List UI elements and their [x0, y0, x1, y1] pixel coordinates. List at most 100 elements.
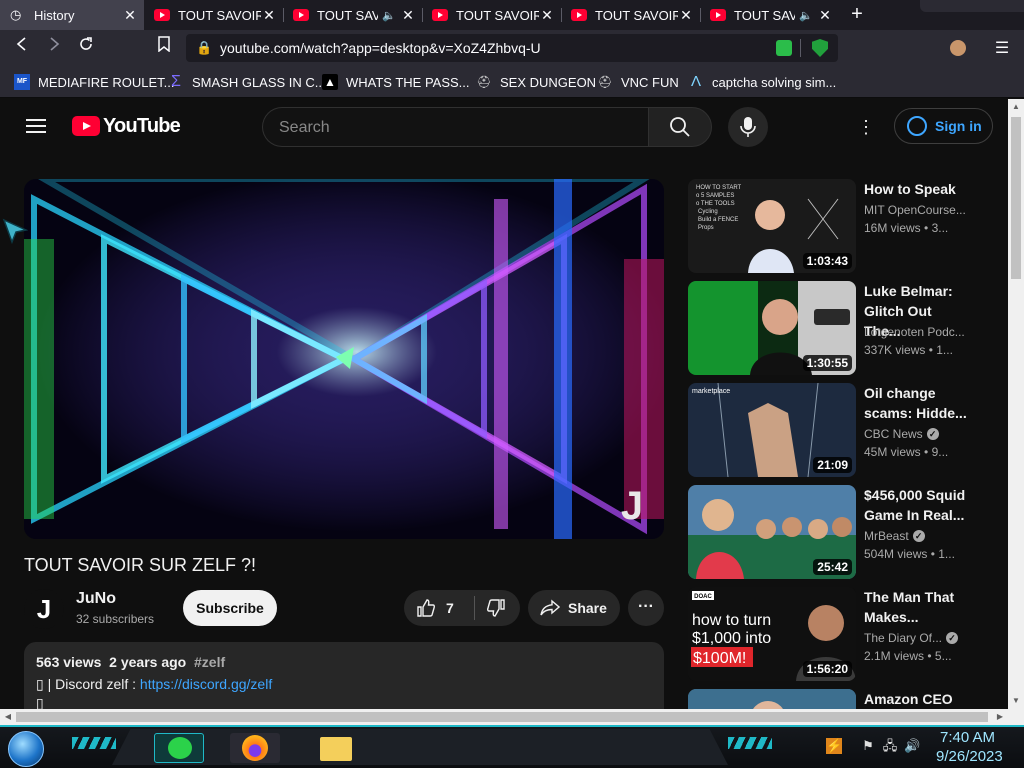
share-label: Share	[568, 600, 607, 616]
hashtag-link[interactable]: #zelf	[194, 654, 225, 670]
network-icon[interactable]: 🖧	[882, 738, 898, 754]
bookmark-whats-the-pass[interactable]: ▲ WHATS THE PASS...	[322, 72, 470, 92]
bookmark-vnc-fun[interactable]: ⛑ VNC FUN	[597, 72, 678, 92]
youtube-logo-text[interactable]: YouTube	[103, 115, 181, 138]
search-input[interactable]: Search	[262, 107, 649, 147]
more-actions-button[interactable]: ···	[628, 590, 664, 626]
chat-extension-icon[interactable]	[776, 40, 792, 56]
recommendation-title[interactable]: Amazon CEO	[864, 689, 968, 709]
subscribe-button[interactable]: Subscribe	[183, 590, 277, 626]
vertical-scroll-thumb[interactable]	[1011, 117, 1021, 279]
video-thumbnail[interactable]	[688, 689, 856, 709]
close-icon[interactable]: ✕	[539, 7, 555, 24]
recommendation-item[interactable]: DOAC how to turn $1,000 into $100M! 1:56…	[688, 587, 998, 681]
clock-time[interactable]: 7:40 AM	[940, 729, 995, 746]
description-box[interactable]: 563 views 2 years ago #zelf ▯ | Discord …	[24, 642, 664, 709]
action-center-flag-icon[interactable]: ⚑	[860, 738, 876, 754]
youtube-logo-icon[interactable]	[72, 116, 100, 136]
recommendation-item[interactable]: Amazon CEO	[688, 689, 998, 709]
video-duration: 1:03:43	[802, 253, 852, 269]
new-tab-button[interactable]: +	[846, 4, 868, 26]
views-label: 337K views	[864, 343, 926, 357]
recommendation-channel[interactable]: MrBeast ✓	[864, 529, 974, 543]
close-icon[interactable]: ✕	[122, 7, 138, 24]
recommendation-title[interactable]: How to Speak	[864, 179, 968, 199]
recommendation-channel[interactable]: Lotgenoten Podc...	[864, 325, 974, 339]
video-thumbnail[interactable]: DOAC how to turn $1,000 into $100M! 1:56…	[688, 587, 856, 681]
bookmark-sex-dungeon[interactable]: ⛑ SEX DUNGEON	[476, 72, 596, 92]
reload-button[interactable]	[74, 36, 98, 60]
recommendation-title[interactable]: Oil change scams: Hidde...	[864, 383, 968, 423]
bookmark-smash-glass[interactable]: Σ SMASH GLASS IN C...	[168, 72, 326, 92]
hamburger-menu-icon[interactable]: ☰	[994, 38, 1010, 58]
close-icon[interactable]: ✕	[817, 7, 833, 24]
recommendation-title[interactable]: The Man That Makes...	[864, 587, 968, 627]
sign-in-button[interactable]: Sign in	[894, 108, 993, 144]
profile-avatar[interactable]	[950, 40, 966, 56]
close-icon[interactable]: ✕	[400, 7, 416, 24]
bookmark-star-button[interactable]	[152, 36, 176, 60]
recommendation-channel[interactable]: The Diary Of... ✓	[864, 631, 974, 645]
video-thumbnail[interactable]: 25:42	[688, 485, 856, 579]
speaker-icon[interactable]: 🔈	[799, 9, 813, 22]
taskbar-firefox-app[interactable]	[230, 733, 280, 763]
tab-youtube-2[interactable]: TOUT SAVO 🔈 ✕	[283, 0, 422, 30]
taskbar-chat-app[interactable]	[154, 733, 204, 763]
scroll-down-arrow-icon[interactable]: ▼	[1008, 693, 1024, 709]
age-label: • 1...	[928, 343, 953, 357]
tab-youtube-1[interactable]: TOUT SAVOIR S ✕	[144, 0, 283, 30]
tab-youtube-3[interactable]: TOUT SAVOIR S ✕	[422, 0, 561, 30]
like-button[interactable]: 7	[404, 590, 474, 626]
recommendation-item[interactable]: 25:42 $456,000 Squid Game In Real... MrBe…	[688, 485, 998, 579]
video-player[interactable]: J	[24, 179, 664, 539]
tab-history[interactable]: ◷ History ✕	[0, 0, 144, 30]
voice-search-button[interactable]	[728, 107, 768, 147]
guide-menu-icon[interactable]	[26, 119, 46, 133]
address-bar[interactable]: 🔒 youtube.com/watch?app=desktop&v=XoZ4Zh…	[186, 34, 838, 62]
tab-youtube-5[interactable]: TOUT SAVO 🔈 ✕	[700, 0, 839, 30]
discord-link[interactable]: https://discord.gg/zelf	[140, 676, 272, 692]
video-thumbnail[interactable]: 1:30:55	[688, 281, 856, 375]
volume-icon[interactable]: 🔊	[904, 738, 920, 754]
recommendation-item[interactable]: marketplace 21:09 Oil change scams: Hidde…	[688, 383, 998, 477]
forward-button[interactable]	[42, 36, 66, 60]
taskbar-file-explorer[interactable]	[312, 733, 362, 763]
start-orb-button[interactable]	[8, 731, 44, 767]
thumbnail-image	[688, 689, 856, 709]
search-button[interactable]	[648, 107, 712, 147]
video-thumbnail[interactable]: marketplace 21:09	[688, 383, 856, 477]
description-meta: 563 views 2 years ago #zelf	[36, 654, 652, 670]
channel-avatar[interactable]: J	[24, 589, 64, 629]
close-icon[interactable]: ✕	[261, 7, 277, 24]
helmet-icon: ⛑	[476, 75, 492, 89]
tray-app-icon[interactable]: ⚡	[826, 738, 842, 754]
share-button[interactable]: Share	[528, 590, 620, 626]
bookmark-captcha-solving[interactable]: Λ captcha solving sim...	[688, 72, 836, 92]
url-text[interactable]: youtube.com/watch?app=desktop&v=XoZ4Zhbv…	[220, 40, 541, 56]
shield-extension-icon[interactable]	[812, 39, 828, 57]
horizontal-scroll-thumb[interactable]	[16, 712, 988, 722]
channel-label: MrBeast	[864, 529, 909, 543]
video-duration: 1:56:20	[802, 661, 852, 677]
scroll-left-arrow-icon[interactable]: ◀	[0, 709, 16, 725]
scroll-right-arrow-icon[interactable]: ▶	[992, 709, 1008, 725]
tab-youtube-4[interactable]: TOUT SAVOIR S ✕	[561, 0, 700, 30]
close-icon[interactable]: ✕	[678, 7, 694, 24]
settings-kebab-icon[interactable]: ⋮	[856, 117, 876, 137]
recommendation-channel[interactable]: CBC News ✓	[864, 427, 974, 441]
dislike-button[interactable]	[478, 590, 520, 626]
recommendation-item[interactable]: 1:30:55 Luke Belmar: Glitch Out The... Lo…	[688, 281, 998, 375]
clock-date[interactable]: 9/26/2023	[936, 748, 1003, 765]
back-button[interactable]	[10, 36, 34, 60]
speaker-icon[interactable]: 🔈	[382, 9, 396, 22]
horizontal-scrollbar[interactable]: ◀ ▶	[0, 709, 1024, 725]
vertical-scrollbar[interactable]: ▲ ▼	[1008, 99, 1024, 709]
recommendation-channel[interactable]: MIT OpenCourse...	[864, 203, 974, 217]
subscriber-count: 32 subscribers	[76, 612, 155, 626]
channel-name[interactable]: JuNo	[76, 590, 116, 608]
bookmark-mediafire-roulette[interactable]: MF MEDIAFIRE ROULET...	[14, 72, 175, 92]
video-thumbnail[interactable]: HOW TO START o 5 SAMPLES o THE TOOLS Cyc…	[688, 179, 856, 273]
recommendation-item[interactable]: HOW TO START o 5 SAMPLES o THE TOOLS Cyc…	[688, 179, 998, 273]
recommendation-title[interactable]: $456,000 Squid Game In Real...	[864, 485, 968, 525]
scroll-up-arrow-icon[interactable]: ▲	[1008, 99, 1024, 115]
